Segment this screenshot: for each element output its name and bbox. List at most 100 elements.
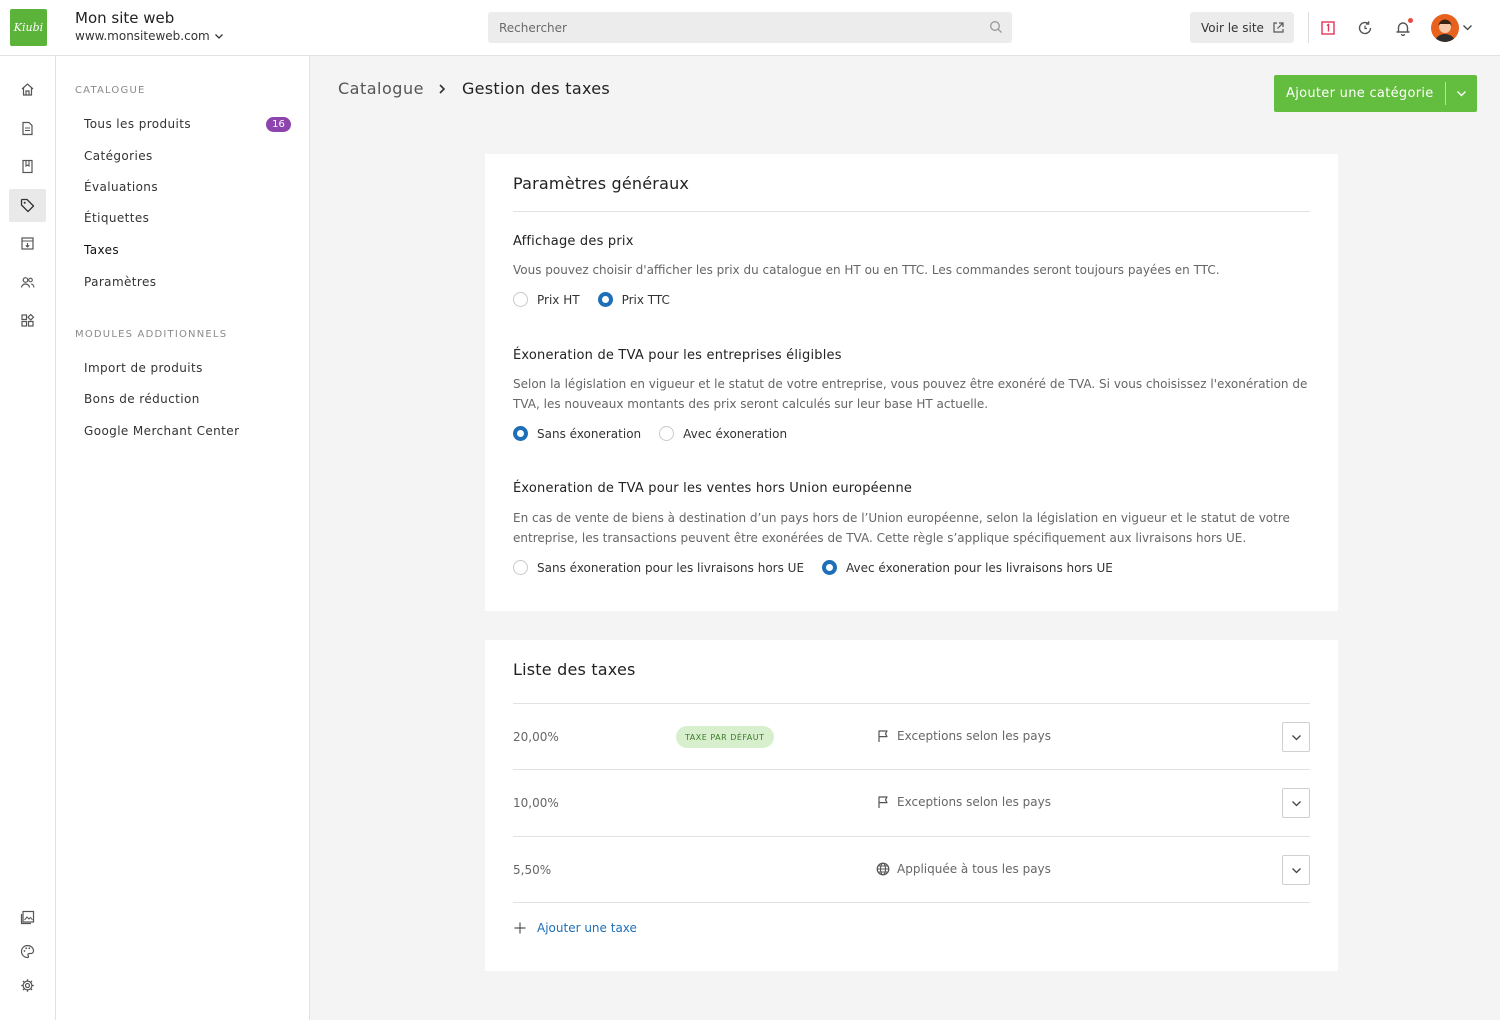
apps-grid-icon <box>21 313 35 327</box>
tax-rate: 5,50% <box>513 863 552 877</box>
bookmark-book-icon <box>22 159 33 174</box>
page-title: Gestion des taxes <box>461 79 611 98</box>
products-count-badge: 16 <box>266 117 291 132</box>
radio-circle-selected[interactable] <box>597 292 613 307</box>
site-name: Mon site web <box>75 9 175 27</box>
radio-prix-ht[interactable]: Prix HT <box>513 292 580 307</box>
radio-sans-exoneration[interactable]: Sans éxoneration <box>513 426 641 441</box>
users-icon <box>20 277 35 288</box>
subnav-item-discount-codes[interactable]: Bons de réduction <box>84 392 200 406</box>
subnav-item-all-products[interactable]: Tous les produits <box>84 117 191 131</box>
subnav-item-reviews[interactable]: Évaluations <box>84 180 158 194</box>
user-avatar[interactable] <box>1431 14 1459 42</box>
radio-circle[interactable] <box>659 426 675 441</box>
expand-tax-button[interactable] <box>1282 855 1310 885</box>
plus-icon <box>514 922 526 934</box>
price-display-title: Affichage des prix <box>513 234 634 249</box>
tax-scope: Exceptions selon les pays <box>876 795 1051 809</box>
chevron-right-icon <box>439 83 446 94</box>
subnav-heading-catalogue: CATALOGUE <box>75 85 146 96</box>
calendar-one-icon[interactable] <box>1318 18 1338 38</box>
gear-icon <box>21 979 34 992</box>
default-tax-badge: TAXE PAR DÉFAUT <box>676 726 774 748</box>
rail-customers[interactable] <box>9 266 46 299</box>
tax-list-title: Liste des taxes <box>513 660 636 679</box>
radio-circle-selected[interactable] <box>822 560 838 575</box>
view-site-button[interactable]: Voir le site <box>1190 12 1294 43</box>
rail-pages[interactable] <box>9 112 46 145</box>
chevron-down-icon[interactable] <box>1462 22 1473 33</box>
chevron-down-icon <box>1457 91 1466 97</box>
price-display-options: Prix HT Prix TTC <box>513 292 670 307</box>
rail-blog[interactable] <box>9 150 46 183</box>
general-settings-card: Paramètres généraux Affichage des prix V… <box>485 154 1338 611</box>
rail-home[interactable] <box>9 73 46 106</box>
radio-circle-selected[interactable] <box>513 426 528 441</box>
external-link-icon <box>1273 22 1284 33</box>
flag-icon <box>878 730 888 742</box>
site-switcher[interactable]: www.monsiteweb.com <box>75 29 224 43</box>
breadcrumb: Catalogue Gestion des taxes <box>338 79 610 98</box>
kiubi-logo[interactable]: Kiubi <box>10 9 47 46</box>
subnav-item-product-import[interactable]: Import de produits <box>84 361 203 375</box>
expand-tax-button[interactable] <box>1282 788 1310 818</box>
tax-scope: Appliquée à tous les pays <box>876 862 1051 876</box>
main-nav-rail <box>0 56 56 1020</box>
refresh-icon[interactable] <box>1355 18 1375 38</box>
chevron-down-icon <box>1291 800 1301 806</box>
flag-icon <box>878 796 888 808</box>
top-bar: Kiubi Mon site web www.monsiteweb.com Vo… <box>0 0 1500 56</box>
site-url: www.monsiteweb.com <box>75 29 210 43</box>
radio-avec-exoneration-hors-ue[interactable]: Avec éxoneration pour les livraisons hor… <box>822 560 1113 575</box>
rail-orders[interactable] <box>9 227 46 260</box>
rail-settings[interactable] <box>9 969 46 1002</box>
table-row: 20,00% TAXE PAR DÉFAUT Exceptions selon … <box>513 704 1310 770</box>
top-bar-separator <box>1308 12 1309 43</box>
rail-theme[interactable] <box>9 935 46 968</box>
rail-media[interactable] <box>9 901 46 934</box>
tax-rate: 20,00% <box>513 730 559 744</box>
image-gallery-icon <box>20 910 35 925</box>
subnav-item-categories[interactable]: Catégories <box>84 149 153 163</box>
subnav-item-labels[interactable]: Étiquettes <box>84 211 149 225</box>
radio-sans-exoneration-hors-ue[interactable]: Sans éxoneration pour les livraisons hor… <box>513 560 804 575</box>
price-display-description: Vous pouvez choisir d'afficher les prix … <box>513 263 1220 277</box>
vat-exemption-description: Selon la législation en vigueur et le st… <box>513 377 1308 411</box>
subnav-item-settings[interactable]: Paramètres <box>84 275 156 289</box>
table-row: 10,00% Exceptions selon les pays <box>513 770 1310 836</box>
tag-icon <box>20 198 35 213</box>
radio-circle[interactable] <box>513 292 528 307</box>
expand-tax-button[interactable] <box>1282 722 1310 752</box>
globe-icon <box>876 862 890 876</box>
tax-rate: 10,00% <box>513 796 559 810</box>
tax-list-card: Liste des taxes 20,00% TAXE PAR DÉFAUT E… <box>485 640 1338 971</box>
tax-scope: Exceptions selon les pays <box>876 729 1051 743</box>
divider <box>513 211 1310 212</box>
notification-dot <box>1408 18 1413 23</box>
add-category-dropdown-toggle[interactable] <box>1446 88 1477 99</box>
radio-circle[interactable] <box>513 560 528 575</box>
subnav-heading-modules: MODULES ADDITIONNELS <box>75 329 228 340</box>
subnav-item-taxes[interactable]: Taxes <box>84 243 119 257</box>
chevron-down-icon <box>1291 734 1301 740</box>
radio-avec-exoneration[interactable]: Avec éxoneration <box>659 426 787 441</box>
search-input[interactable] <box>499 20 978 35</box>
radio-prix-ttc[interactable]: Prix TTC <box>597 292 670 307</box>
archive-box-icon <box>21 237 34 250</box>
subnav-item-google-merchant[interactable]: Google Merchant Center <box>84 424 239 438</box>
add-tax-link[interactable]: Ajouter une taxe <box>513 921 637 935</box>
catalogue-subnav: CATALOGUE Tous les produits 16 Catégorie… <box>56 56 310 1020</box>
rail-catalogue[interactable] <box>9 189 46 222</box>
notifications-bell-icon[interactable] <box>1393 18 1413 38</box>
non-eu-exemption-title: Éxoneration de TVA pour les ventes hors … <box>513 481 913 496</box>
palette-icon <box>20 944 35 959</box>
divider <box>513 902 1310 903</box>
vat-exemption-title: Éxoneration de TVA pour les entreprises … <box>513 348 842 363</box>
breadcrumb-catalogue[interactable]: Catalogue <box>338 79 424 98</box>
search-icon[interactable] <box>989 20 1003 34</box>
home-icon <box>21 83 34 96</box>
search-bar <box>488 12 1012 43</box>
add-category-button[interactable]: Ajouter une catégorie <box>1274 75 1477 112</box>
rail-modules[interactable] <box>9 304 46 337</box>
non-eu-exemption-description: En cas de vente de biens à destination d… <box>513 511 1290 545</box>
